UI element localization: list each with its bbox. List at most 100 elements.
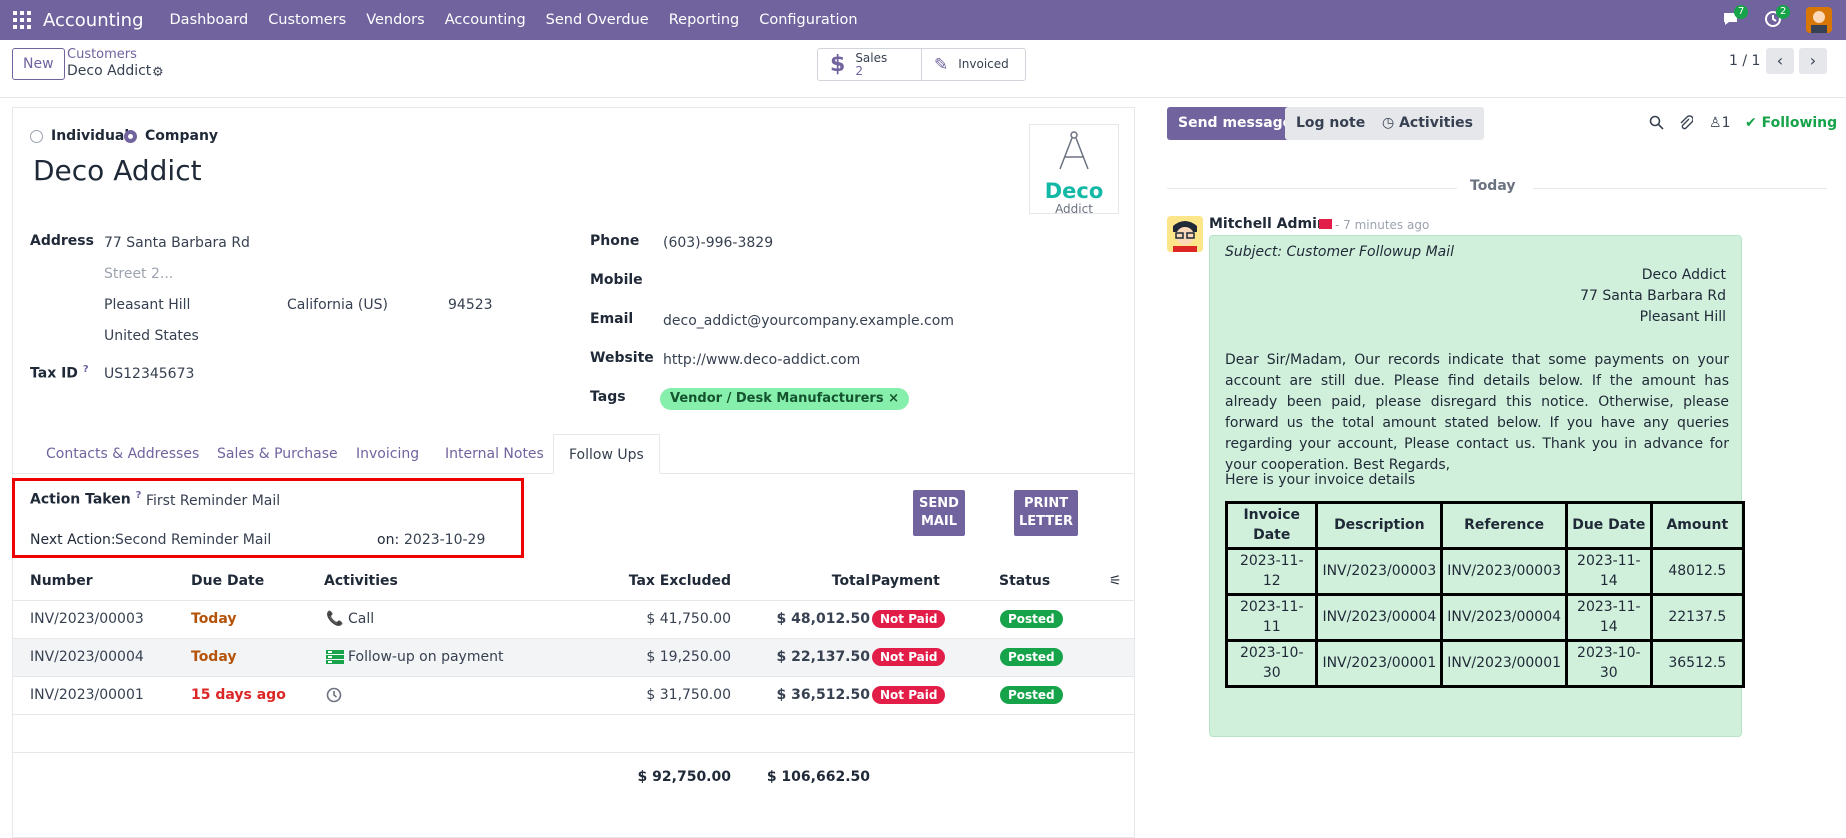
radio-circle[interactable]	[124, 129, 137, 143]
zip-field[interactable]: 94523	[448, 297, 493, 313]
tag-remove-icon[interactable]: ×	[888, 391, 899, 406]
clock-icon[interactable]	[326, 687, 342, 707]
address-line: 77 Santa Barbara Rd	[1580, 288, 1726, 304]
search-icon[interactable]	[1649, 115, 1664, 134]
email-field[interactable]: deco_addict@yourcompany.example.com	[663, 313, 954, 329]
website-field[interactable]: http://www.deco-addict.com	[663, 352, 860, 368]
pager-value[interactable]: 1 / 1	[1729, 53, 1760, 69]
row-due-date: Today	[191, 611, 237, 627]
phone-field[interactable]: (603)-996-3829	[663, 235, 773, 251]
breadcrumb-current: Deco Addict	[67, 63, 152, 79]
row-tax-excluded: $ 41,750.00	[646, 611, 731, 627]
compass-icon	[1059, 131, 1089, 170]
col-due-date[interactable]: Due Date	[191, 573, 264, 589]
tab-internal-notes[interactable]: Internal Notes	[445, 434, 544, 474]
messages-icon[interactable]: 7	[1722, 5, 1749, 31]
column-settings-icon[interactable]: ⚟	[1109, 573, 1122, 589]
company-name-field[interactable]: Deco Addict	[33, 154, 202, 187]
state-field[interactable]: California (US)	[287, 297, 388, 313]
radio-individual[interactable]: Individual	[30, 128, 129, 144]
apps-menu-icon[interactable]	[13, 11, 31, 29]
followers-button[interactable]: ♙1	[1709, 115, 1730, 131]
payment-badge: Not Paid	[872, 648, 946, 666]
table-header: Description	[1315, 501, 1444, 550]
row-due-date: 15 days ago	[191, 687, 286, 703]
col-tax-excluded[interactable]: Tax Excluded	[573, 573, 731, 589]
company-logo[interactable]: Deco Addict	[1029, 124, 1119, 215]
table-row[interactable]: INV/2023/00004 Today Follow-up on paymen…	[13, 639, 1134, 677]
col-payment[interactable]: Payment	[871, 573, 940, 589]
menu-customers[interactable]: Customers	[268, 12, 346, 28]
row-total: $ 48,012.50	[776, 611, 870, 627]
following-button[interactable]: ✔ Following	[1745, 115, 1837, 131]
street-field[interactable]: 77 Santa Barbara Rd	[104, 235, 250, 251]
payment-badge: Not Paid	[872, 610, 946, 628]
activities-clock-icon[interactable]: 2	[1764, 5, 1791, 31]
top-navbar: Accounting Dashboard Customers Vendors A…	[0, 0, 1846, 40]
col-status[interactable]: Status	[999, 573, 1050, 589]
paperclip-icon[interactable]	[1679, 115, 1694, 135]
row-total: $ 36,512.50	[776, 687, 870, 703]
breadcrumb-customers[interactable]: Customers	[67, 47, 137, 62]
tax-id-label: Tax ID ?	[30, 364, 89, 382]
tab-sales-purchase[interactable]: Sales & Purchase	[217, 434, 338, 474]
pager-next-button[interactable]: ›	[1799, 48, 1827, 74]
tag-badge[interactable]: Vendor / Desk Manufacturers ×	[660, 388, 910, 410]
city-field[interactable]: Pleasant Hill	[104, 297, 190, 313]
invoiced-smart-button[interactable]: ✎ Invoiced	[921, 48, 1026, 81]
row-activity[interactable]: Call	[348, 611, 374, 627]
user-avatar[interactable]	[1806, 7, 1832, 33]
col-total[interactable]: Total	[733, 573, 870, 589]
app-brand[interactable]: Accounting	[43, 10, 144, 31]
table-row[interactable]: INV/2023/00003 Today 📞 Call $ 41,750.00 …	[13, 601, 1134, 639]
log-note-button[interactable]: Log note	[1285, 107, 1377, 140]
message-subject: Subject: Customer Followup Mail	[1225, 244, 1455, 260]
new-button[interactable]: New	[12, 48, 65, 80]
sales-label: Sales	[855, 50, 888, 65]
menu-accounting[interactable]: Accounting	[445, 12, 526, 28]
street2-field[interactable]: Street 2...	[104, 266, 173, 282]
menu-send-overdue[interactable]: Send Overdue	[546, 12, 649, 28]
col-number[interactable]: Number	[30, 573, 93, 589]
row-activity[interactable]: Follow-up on payment	[348, 649, 503, 665]
message-author[interactable]: Mitchell Admin	[1209, 216, 1327, 232]
invoiced-label: Invoiced	[958, 57, 1009, 71]
dollar-icon: $	[830, 52, 846, 77]
country-field[interactable]: United States	[104, 328, 199, 344]
user-icon: ♙	[1709, 115, 1722, 131]
sales-smart-button[interactable]: $ Sales 2	[817, 48, 922, 81]
pager-prev-button[interactable]: ‹	[1766, 48, 1794, 74]
tab-contacts-addresses[interactable]: Contacts & Addresses	[46, 434, 199, 474]
radio-circle[interactable]	[30, 129, 43, 143]
tab-invoicing[interactable]: Invoicing	[356, 434, 419, 474]
mobile-field[interactable]	[663, 274, 963, 292]
col-activities[interactable]: Activities	[324, 573, 398, 589]
totals-row: $ 92,750.00 $ 106,662.50	[13, 753, 1134, 791]
tab-follow-ups[interactable]: Follow Ups	[553, 434, 660, 474]
table-cell: 36512.5	[1649, 639, 1746, 688]
send-mail-button[interactable]: SEND MAIL	[913, 490, 965, 536]
menu-vendors[interactable]: Vendors	[366, 12, 425, 28]
activities-button[interactable]: ◷ Activities	[1371, 107, 1484, 140]
print-letter-button[interactable]: PRINT LETTER	[1014, 490, 1078, 536]
clock-icon: ◷	[1382, 115, 1395, 131]
author-avatar[interactable]	[1167, 216, 1203, 252]
radio-company[interactable]: Company	[124, 128, 218, 144]
tags-label: Tags	[590, 389, 626, 405]
gear-icon[interactable]: ⚙	[152, 65, 164, 80]
menu-configuration[interactable]: Configuration	[759, 12, 857, 28]
tax-id-field[interactable]: US12345673	[104, 366, 194, 382]
phone-icon[interactable]: 📞	[326, 611, 343, 627]
address-line: Deco Addict	[1641, 267, 1726, 283]
menu-dashboard[interactable]: Dashboard	[170, 12, 249, 28]
radio-company-label: Company	[145, 128, 219, 144]
table-cell: 22137.5	[1649, 593, 1746, 642]
table-header: Invoice Date	[1224, 501, 1319, 550]
followup-list-icon[interactable]	[326, 649, 344, 669]
activities-badge: 2	[1776, 5, 1791, 19]
menu-reporting[interactable]: Reporting	[669, 12, 740, 28]
control-panel: New Customers Deco Addict ⚙ $ Sales 2 ✎ …	[0, 40, 1846, 98]
status-badge: Posted	[1000, 648, 1063, 666]
send-message-button[interactable]: Send message	[1167, 107, 1304, 140]
table-row[interactable]: INV/2023/00001 15 days ago $ 31,750.00 $…	[13, 677, 1134, 715]
